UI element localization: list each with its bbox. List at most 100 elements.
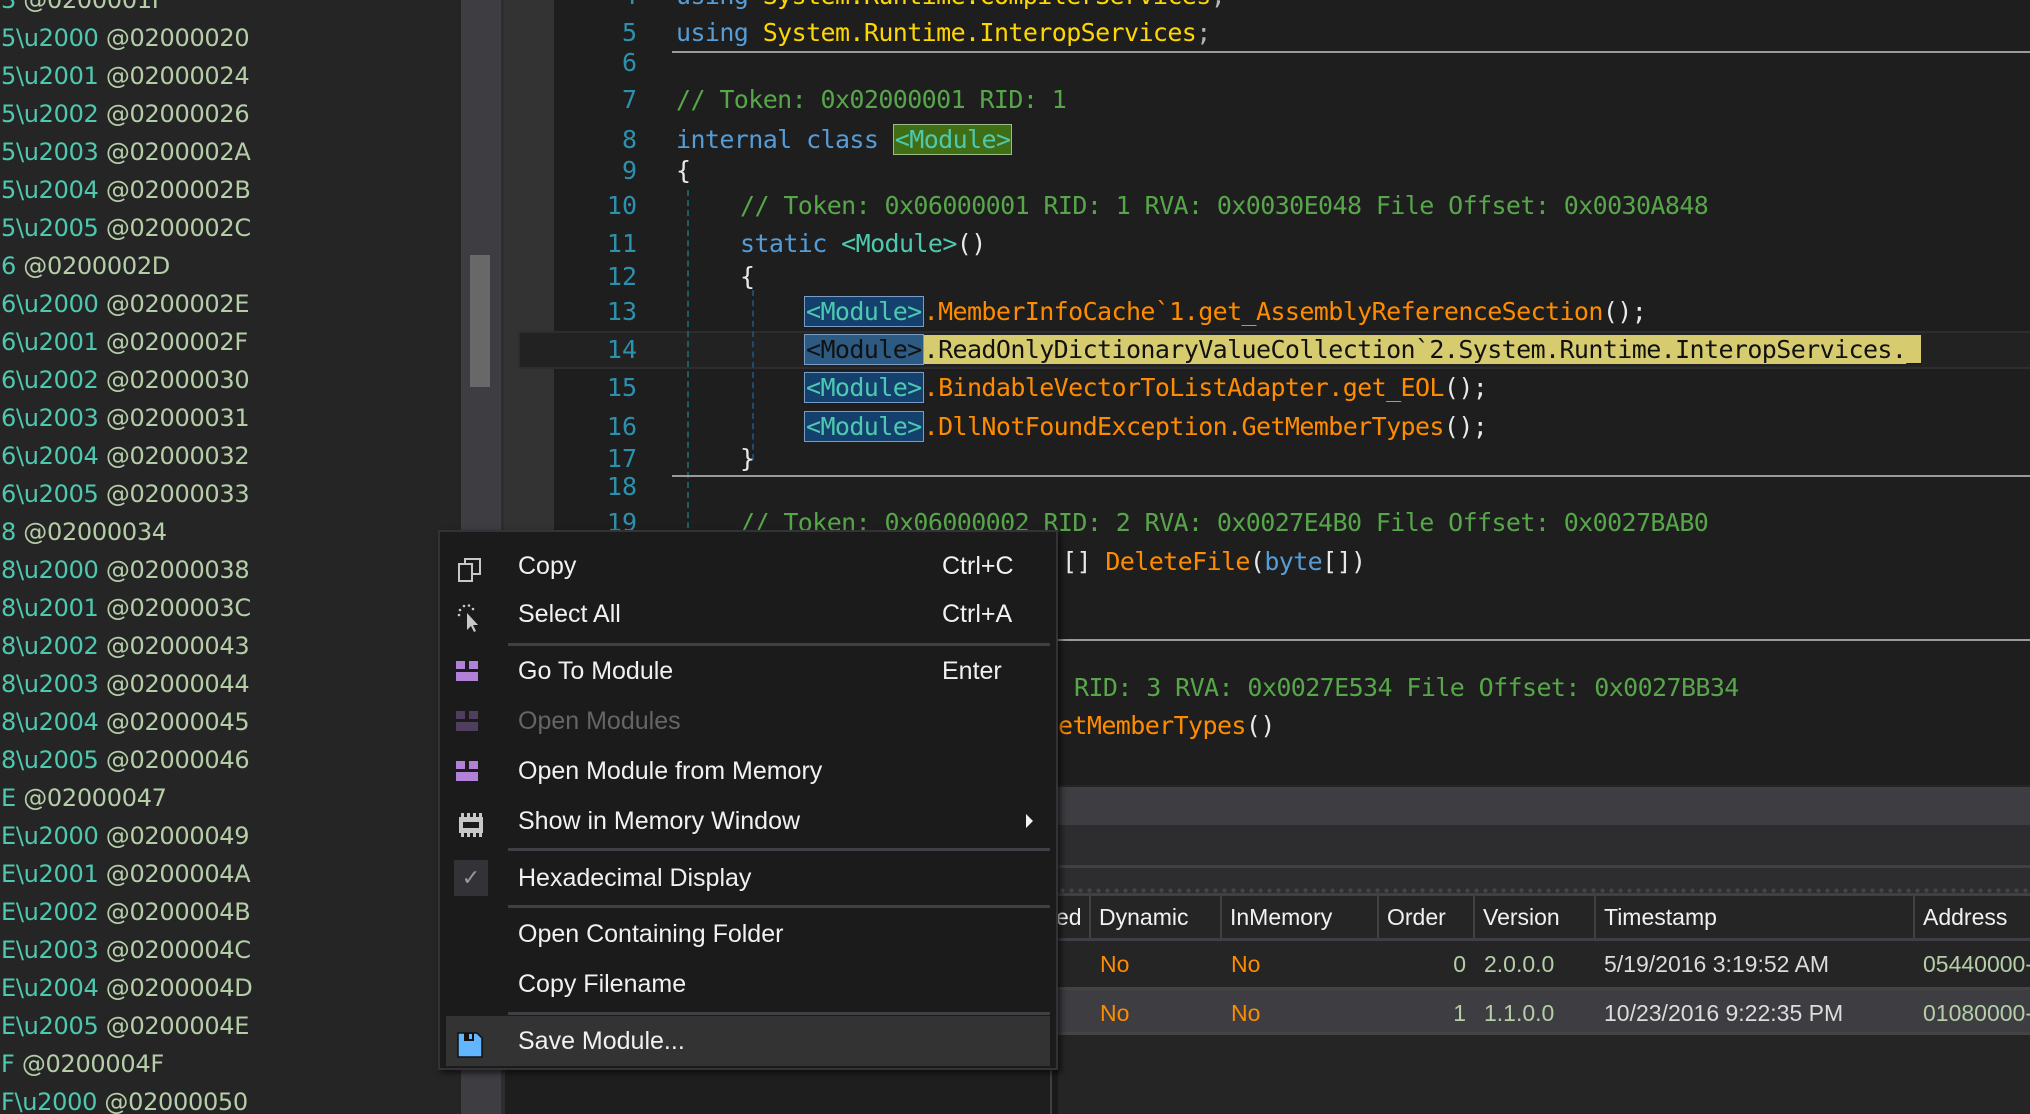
column-header-version[interactable]: Version [1475, 896, 1596, 938]
module-row[interactable]: No No 0 2.0.0.0 5/19/2016 3:19:52 AM 054… [1058, 941, 2030, 987]
current-statement-highlight[interactable]: .ReadOnlyDictionaryValueCollection`2.Sys… [923, 335, 1921, 364]
tree-item[interactable]: 05\u2002 @02000026 [0, 95, 250, 133]
keyword: static [740, 229, 827, 258]
method-name[interactable]: etMemberTypes [1058, 711, 1246, 740]
tree-item-name: 05\u2004 [0, 176, 99, 204]
tree-item-token: @0200004C [105, 936, 251, 964]
tree-item[interactable]: 0F\u2000 @02000050 [0, 1083, 248, 1114]
tree-item[interactable]: 08\u2005 @02000046 [0, 741, 250, 779]
module-icon [456, 657, 484, 685]
menu-item-go-to-module[interactable]: Go To Module Enter [446, 647, 1050, 695]
tree-item[interactable]: 08\u2002 @02000043 [0, 627, 250, 665]
tree-item[interactable]: 06\u2005 @02000033 [0, 475, 250, 513]
punctuation: ( [1249, 547, 1265, 576]
menu-item-save-module[interactable]: Save Module... [446, 1016, 1050, 1066]
line-number: 13 [606, 297, 637, 326]
version-cell: 2.0.0.0 [1484, 951, 1555, 977]
line-number: 14 [606, 335, 637, 364]
menu-item-hexadecimal-display[interactable]: ✓ Hexadecimal Display [446, 854, 1050, 902]
method-separator [672, 475, 2030, 477]
code-line-15[interactable]: <Module>.BindableVectorToListAdapter.get… [804, 369, 1488, 407]
code-line-14-current-statement[interactable]: <Module>.ReadOnlyDictionaryValueCollecti… [804, 331, 1921, 369]
tree-item-name: 05\u2005 [0, 214, 99, 242]
tree-item[interactable]: 0F @0200004F [0, 1045, 164, 1083]
tree-item[interactable]: 05\u2005 @0200002C [0, 209, 251, 247]
context-menu: Copy Ctrl+C Select All Ctrl+A Go To Modu… [438, 530, 1058, 1070]
code-line-5[interactable]: using System.Runtime.InteropServices; [676, 14, 1211, 52]
tree-item[interactable]: 0E\u2001 @0200004A [0, 855, 251, 893]
tree-item[interactable]: 08\u2004 @02000045 [0, 703, 250, 741]
tree-scrollbar-thumb[interactable] [470, 255, 490, 387]
tree-item-name: 0E\u2005 [0, 1012, 99, 1040]
module-icon [456, 757, 484, 785]
tree-item-token: @02000043 [105, 632, 250, 660]
menu-item-open-containing-folder[interactable]: Open Containing Folder [446, 910, 1050, 958]
tree-item-token: @0200004E [105, 1012, 250, 1040]
brace: } [740, 444, 755, 473]
code-line-11[interactable]: static <Module>() [740, 225, 986, 263]
tree-item[interactable]: 06\u2002 @02000030 [0, 361, 250, 399]
tree-item[interactable]: 06\u2001 @0200002F [0, 323, 248, 361]
tree-item[interactable]: 08\u2000 @02000038 [0, 551, 250, 589]
tree-item[interactable]: 0E @02000047 [0, 779, 167, 817]
tree-item[interactable]: 08\u2001 @0200003C [0, 589, 251, 627]
punctuation: (); [1443, 412, 1488, 441]
code-line-16[interactable]: <Module>.DllNotFoundException.GetMemberT… [804, 408, 1488, 446]
method-call[interactable]: .MemberInfoCache`1.get_AssemblyReference… [924, 297, 1604, 326]
tree-item[interactable]: 0E\u2000 @02000049 [0, 817, 250, 855]
menu-item-show-in-memory-window[interactable]: Show in Memory Window [446, 797, 1050, 845]
tree-item[interactable]: 06\u2003 @02000031 [0, 399, 250, 437]
modules-window-title-bar[interactable] [1058, 787, 2030, 825]
tree-item[interactable]: 0E\u2002 @0200004B [0, 893, 251, 931]
code-line-20[interactable]: [] DeleteFile(byte[]) [1062, 543, 1366, 581]
tree-item-name: 0E\u2000 [0, 822, 99, 850]
menu-item-select-all[interactable]: Select All Ctrl+A [446, 590, 1050, 638]
code-line-4[interactable]: using System.Runtime.CompilerServices; [676, 0, 1226, 15]
namespace[interactable]: System.Runtime.InteropServices [763, 18, 1197, 47]
tree-item[interactable]: 08 @02000034 [0, 513, 167, 551]
tree-item[interactable]: 05\u2001 @02000024 [0, 57, 250, 95]
menu-item-copy-filename[interactable]: Copy Filename [446, 960, 1050, 1008]
tree-item[interactable]: 06\u2004 @02000032 [0, 437, 250, 475]
tree-item[interactable]: 05\u2000 @02000020 [0, 19, 250, 57]
tree-item[interactable]: 05\u2004 @0200002B [0, 171, 251, 209]
column-header-address[interactable]: Address [1915, 896, 2030, 938]
module-type-definition[interactable]: <Module> [892, 124, 1013, 155]
method-call[interactable]: .DllNotFoundException.GetMemberTypes [924, 412, 1445, 441]
column-header-order[interactable]: Order [1379, 896, 1475, 938]
tree-item-token: @02000045 [105, 708, 250, 736]
save-icon [456, 1026, 484, 1058]
tree-item[interactable]: 0E\u2005 @0200004E [0, 1007, 249, 1045]
column-header-dynamic[interactable]: Dynamic [1091, 896, 1222, 938]
column-header-timestamp[interactable]: Timestamp [1596, 896, 1915, 938]
tree-item[interactable]: 0E\u2003 @0200004C [0, 931, 251, 969]
menu-item-copy[interactable]: Copy Ctrl+C [446, 542, 1050, 590]
column-header-inmemory[interactable]: InMemory [1222, 896, 1379, 938]
module-reference-highlight[interactable]: <Module> [804, 296, 924, 327]
module-reference-highlight[interactable]: <Module> [804, 411, 924, 442]
method-name[interactable]: DeleteFile [1105, 547, 1250, 576]
code-line-8[interactable]: internal class <Module> [676, 121, 1013, 159]
type-reference[interactable]: <Module> [841, 229, 957, 258]
menu-item-open-module-from-memory[interactable]: Open Module from Memory [446, 747, 1050, 795]
method-call[interactable]: .BindableVectorToListAdapter.get_EOL [924, 373, 1445, 402]
menu-item-label: Open Modules [518, 707, 681, 735]
order-cell: 1 [1453, 1000, 1466, 1026]
module-icon [456, 707, 484, 735]
tree-item[interactable]: 06\u2000 @0200002E [0, 285, 250, 323]
line-number: 10 [606, 191, 637, 220]
tree-item[interactable]: 06 @0200002D [0, 247, 170, 285]
module-reference-highlight[interactable]: <Module> [804, 372, 924, 403]
menu-item-label: Open Containing Folder [518, 920, 784, 948]
tree-item[interactable]: 08\u2003 @02000044 [0, 665, 250, 703]
menu-separator [508, 643, 1050, 646]
tree-item[interactable]: 05\u2003 @0200002A [0, 133, 251, 171]
tree-item[interactable]: 0E\u2004 @0200004D [0, 969, 253, 1007]
module-row-selected[interactable]: No No 1 1.1.0.0 10/23/2016 9:22:35 PM 01… [1058, 987, 2030, 1035]
memory-chip-icon [456, 807, 484, 837]
module-reference-highlight[interactable]: <Module> [804, 334, 924, 365]
code-line-24[interactable]: etMemberTypes() [1058, 707, 1275, 745]
code-line-13[interactable]: <Module>.MemberInfoCache`1.get_AssemblyR… [804, 293, 1647, 331]
namespace[interactable]: System.Runtime.CompilerServices [763, 0, 1212, 10]
tree-item[interactable]: 03 @0200001F [0, 0, 166, 19]
